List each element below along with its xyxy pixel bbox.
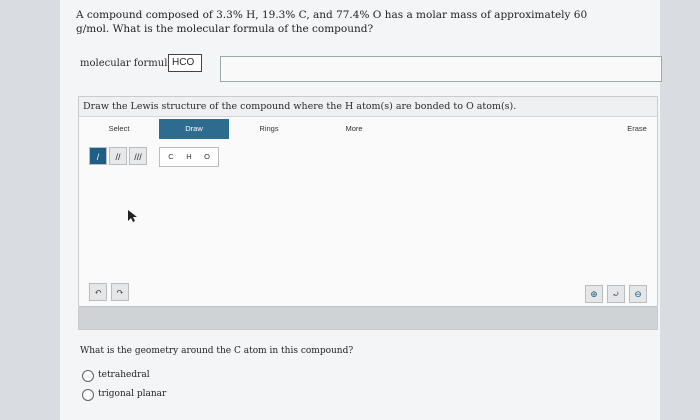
draw-prompt: Draw the Lewis structure of the compound… (79, 97, 657, 117)
formula-answer-box[interactable] (220, 56, 662, 82)
atom-c-button[interactable]: C (162, 148, 180, 166)
question-page: A compound composed of 3.3% H, 19.3% C, … (60, 0, 662, 420)
radio-trigonal-planar[interactable] (82, 389, 94, 401)
double-bond-button[interactable]: // (109, 147, 127, 165)
drawing-canvas[interactable] (79, 171, 657, 281)
atom-o-button[interactable]: O (198, 148, 216, 166)
tab-more[interactable]: More (329, 119, 379, 139)
geometry-question: What is the geometry around the C atom i… (80, 346, 354, 356)
cursor-icon (128, 210, 137, 222)
triple-bond-button[interactable]: /// (129, 147, 147, 165)
formula-input[interactable]: HCO (168, 54, 202, 72)
question-text: A compound composed of 3.3% H, 19.3% C, … (76, 9, 588, 35)
drawing-toolbar: Select Draw Rings More Erase (79, 119, 657, 139)
tab-select[interactable]: Select (89, 119, 149, 139)
radio-tetrahedral[interactable] (82, 370, 94, 382)
zoom-in-icon[interactable]: ⊕ (585, 285, 603, 303)
tab-rings[interactable]: Rings (244, 119, 294, 139)
single-bond-button[interactable]: / (89, 147, 107, 165)
panel-footer (79, 306, 657, 329)
lewis-drawing-panel: Draw the Lewis structure of the compound… (78, 96, 658, 330)
option-label: tetrahedral (98, 370, 150, 380)
redo-icon[interactable]: ↷ (111, 283, 129, 301)
zoom-out-icon[interactable]: ⊖ (629, 285, 647, 303)
reset-zoom-icon[interactable]: ⤾ (607, 285, 625, 303)
undo-icon[interactable]: ↶ (89, 283, 107, 301)
atom-buttons: C H O (159, 147, 219, 167)
tab-draw[interactable]: Draw (159, 119, 229, 139)
formula-label: molecular formula: (80, 58, 177, 69)
option-label: trigonal planar (98, 389, 167, 399)
atom-h-button[interactable]: H (180, 148, 198, 166)
tab-erase[interactable]: Erase (619, 119, 655, 139)
